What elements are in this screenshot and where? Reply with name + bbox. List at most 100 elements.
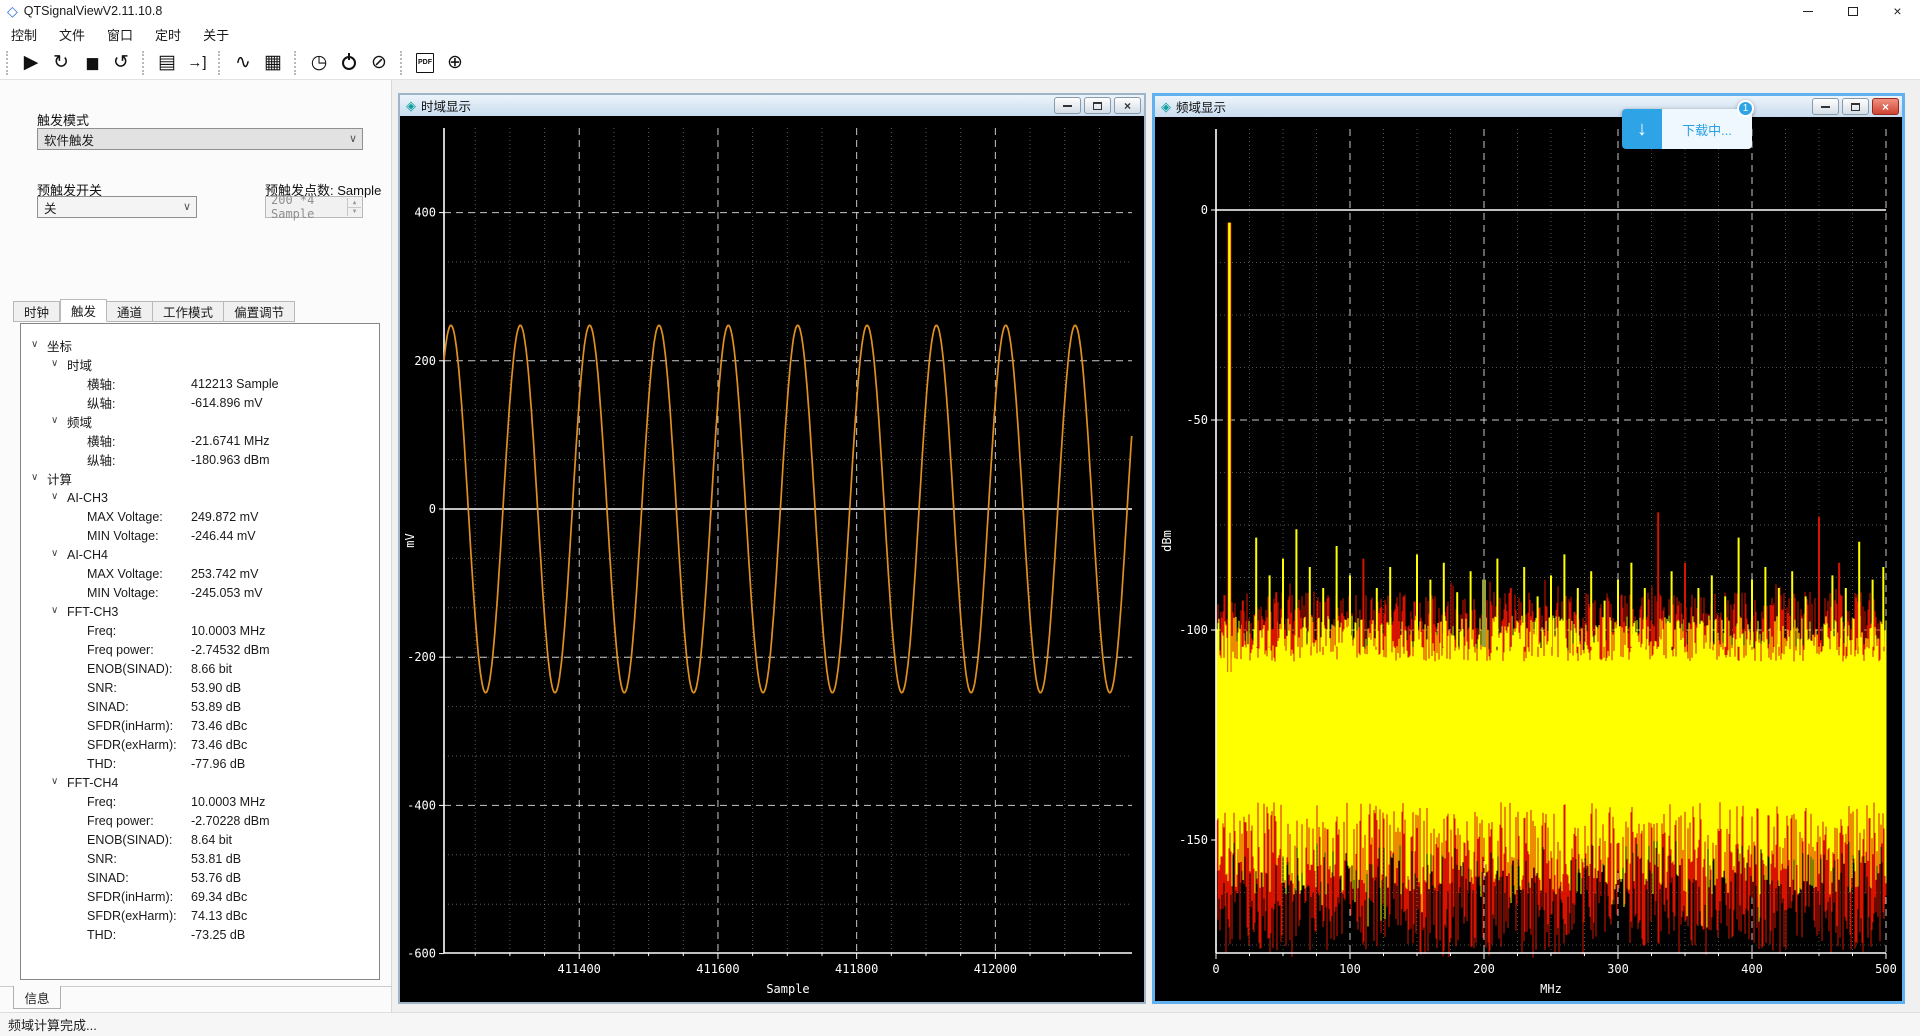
maximize-button[interactable]	[1830, 0, 1875, 22]
tree-row[interactable]: ∨AI-CH4	[21, 545, 379, 564]
power-button[interactable]	[334, 49, 364, 77]
tree-row[interactable]: 横轴:-21.6741 MHz	[21, 431, 379, 450]
tab-3[interactable]: 工作模式	[153, 301, 224, 322]
tree-row[interactable]: SFDR(exHarm):74.13 dBc	[21, 906, 379, 925]
tree-row[interactable]: ∨FFT-CH3	[21, 602, 379, 621]
tree-row[interactable]: MIN Voltage:-245.053 mV	[21, 583, 379, 602]
tree-row[interactable]: MAX Voltage:249.872 mV	[21, 507, 379, 526]
svg-text:dBm: dBm	[1160, 530, 1174, 552]
tree-row[interactable]: 纵轴:-614.896 mV	[21, 393, 379, 412]
menu-item-3[interactable]: 定时	[144, 22, 192, 46]
time-window-titlebar[interactable]: ◈ 时域显示 ×	[400, 95, 1144, 116]
tree-row[interactable]: Freq power:-2.74532 dBm	[21, 640, 379, 659]
export-button[interactable]: →]	[182, 49, 212, 77]
undo-button[interactable]: ↺	[106, 49, 136, 77]
globe-button[interactable]: ⊕	[440, 49, 470, 77]
tree-expander-icon[interactable]: ∨	[51, 415, 58, 426]
time-minimize-button[interactable]	[1054, 97, 1081, 114]
tree-row[interactable]: MAX Voltage:253.742 mV	[21, 564, 379, 583]
history-clock-button[interactable]: ◷	[304, 49, 334, 77]
tree-item-label: SFDR(exHarm):	[87, 738, 177, 752]
tree-expander-icon[interactable]: ∨	[31, 472, 38, 483]
pause-button[interactable]: ▮▮	[76, 49, 106, 77]
spinner-arrows[interactable]: ▲▼	[347, 198, 361, 216]
tree-expander-icon[interactable]: ∨	[51, 776, 58, 787]
download-toast[interactable]: ↓ 下载中... 1	[1622, 109, 1752, 149]
tree-row[interactable]: MIN Voltage:-246.44 mV	[21, 526, 379, 545]
menu-item-4[interactable]: 关于	[192, 22, 240, 46]
tree-row[interactable]: Freq:10.0003 MHz	[21, 621, 379, 640]
tree-row[interactable]: ∨计算	[21, 469, 379, 488]
time-restore-button[interactable]	[1084, 97, 1111, 114]
time-window-title: 时域显示	[421, 96, 471, 115]
time-close-button[interactable]: ×	[1114, 97, 1141, 114]
tab-1[interactable]: 触发	[60, 299, 107, 322]
toolbar-grip	[142, 51, 147, 75]
tree-row[interactable]: SNR:53.81 dB	[21, 849, 379, 868]
tree-row[interactable]: 横轴:412213 Sample	[21, 374, 379, 393]
tree-row[interactable]: ∨FFT-CH4	[21, 773, 379, 792]
tree-expander-icon[interactable]: ∨	[51, 548, 58, 559]
minimize-button[interactable]	[1785, 0, 1830, 22]
waveform-button[interactable]: ∿	[228, 49, 258, 77]
tree-row[interactable]: ∨坐标	[21, 336, 379, 355]
menu-item-2[interactable]: 窗口	[96, 22, 144, 46]
toolbar-grip	[294, 51, 299, 75]
tab-info[interactable]: 信息	[13, 986, 61, 1009]
pretrigger-points-value: 200 *4 Sample	[271, 193, 346, 221]
tree-expander-icon[interactable]: ∨	[51, 358, 58, 369]
close-button[interactable]: ×	[1875, 0, 1920, 22]
tree-row[interactable]: SINAD:53.76 dB	[21, 868, 379, 887]
tab-2[interactable]: 通道	[107, 301, 153, 322]
menu-item-0[interactable]: 控制	[0, 22, 48, 46]
freq-plot-area[interactable]: 0-50-100-1500100200300400500MHzdBm ↓ 下载中…	[1155, 117, 1902, 1001]
tree-row[interactable]: SNR:53.90 dB	[21, 678, 379, 697]
tree-row[interactable]: Freq:10.0003 MHz	[21, 792, 379, 811]
freq-minimize-button[interactable]	[1812, 98, 1839, 115]
svg-text:500: 500	[1875, 962, 1897, 976]
pretrigger-points-spinner[interactable]: 200 *4 Sample ▲▼	[265, 196, 363, 218]
tree-item-label: SFDR(inHarm):	[87, 890, 173, 904]
tree-row[interactable]: SFDR(inHarm):73.46 dBc	[21, 716, 379, 735]
tree-row[interactable]: THD:-73.25 dB	[21, 925, 379, 944]
pdf-export-button[interactable]: PDF	[410, 49, 440, 77]
tree-item-label: SFDR(inHarm):	[87, 719, 173, 733]
tab-4[interactable]: 偏置调节	[224, 301, 295, 322]
tree-item-label: 纵轴:	[87, 393, 115, 412]
freq-close-button[interactable]: ×	[1872, 98, 1899, 115]
pretrigger-switch-select[interactable]: 关 ∨	[37, 196, 197, 218]
loop-button[interactable]: ↻	[46, 49, 76, 77]
tree-item-label: 时域	[67, 355, 92, 374]
tree-row[interactable]: 纵轴:-180.963 dBm	[21, 450, 379, 469]
tree-row[interactable]: SFDR(exHarm):73.46 dBc	[21, 735, 379, 754]
tree-row[interactable]: ∨频域	[21, 412, 379, 431]
tree-item-label: MAX Voltage:	[87, 510, 163, 524]
play-button[interactable]: ▶	[16, 49, 46, 77]
tree-item-label: SFDR(exHarm):	[87, 909, 177, 923]
tree-row[interactable]: ∨ 时域	[21, 355, 379, 374]
tree-row[interactable]: ENOB(SINAD):8.64 bit	[21, 830, 379, 849]
tree-expander-icon[interactable]: ∨	[31, 339, 38, 350]
tree-item-label: ENOB(SINAD):	[87, 662, 172, 676]
tab-0[interactable]: 时钟	[13, 301, 60, 322]
history-clock-icon: ◷	[311, 51, 328, 74]
time-plot-area[interactable]: 4002000-200-400-600411400411600411800412…	[400, 116, 1144, 1002]
tree-item-label: THD:	[87, 928, 116, 942]
globe-icon: ⊕	[447, 51, 463, 74]
freq-window-titlebar[interactable]: ◈ 频域显示 ×	[1155, 96, 1902, 117]
tree-row[interactable]: ENOB(SINAD):8.66 bit	[21, 659, 379, 678]
close-icon: ×	[1124, 100, 1131, 112]
tree-expander-icon[interactable]: ∨	[51, 491, 58, 502]
tree-row[interactable]: SINAD:53.89 dB	[21, 697, 379, 716]
tree-row[interactable]: THD:-77.96 dB	[21, 754, 379, 773]
save-file-button[interactable]: ▤	[152, 49, 182, 77]
tree-row[interactable]: ∨AI-CH3	[21, 488, 379, 507]
tree-expander-icon[interactable]: ∨	[51, 605, 58, 616]
tree-row[interactable]: SFDR(inHarm):69.34 dBc	[21, 887, 379, 906]
tree-row[interactable]: Freq power:-2.70228 dBm	[21, 811, 379, 830]
grid-view-button[interactable]: ▦	[258, 49, 288, 77]
freq-restore-button[interactable]	[1842, 98, 1869, 115]
trigger-mode-select[interactable]: 软件触发 ∨	[37, 128, 363, 150]
menu-item-1[interactable]: 文件	[48, 22, 96, 46]
timer-off-button[interactable]: ⊘	[364, 49, 394, 77]
